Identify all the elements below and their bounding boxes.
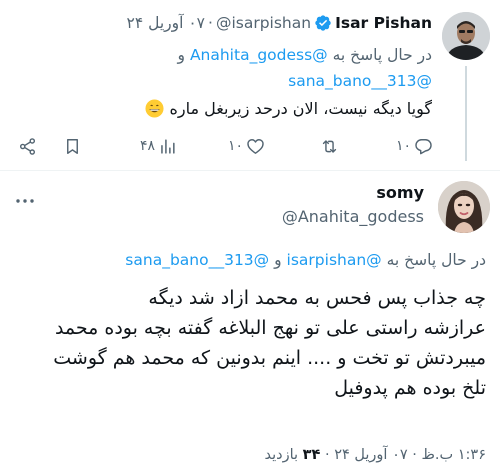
reply-button[interactable]: ۱۰ (394, 136, 433, 156)
reply-joiner: و (274, 251, 282, 269)
author-handle[interactable]: @isarpishan (216, 14, 311, 32)
avatar[interactable] (438, 181, 490, 233)
mention-link[interactable]: @Anahita_godess (190, 46, 328, 64)
views-button[interactable]: ۴۸ (138, 136, 177, 156)
share-button[interactable] (18, 136, 37, 156)
tweet-text-content: گویا دیگه نیست، الان درحد زیربغل ماره (169, 99, 432, 118)
retweet-icon (322, 139, 337, 153)
tweet-header: Isar Pishan @isarpishan · ۰۷ آوریل ۲۴ (127, 14, 432, 32)
bookmark-button[interactable] (63, 136, 82, 156)
tweet-meta: ۱:۳۶ ب.ظ · ۰۷ آوریل ۲۴ · ۳۴ بازدید (16, 447, 487, 463)
views-label: بازدید (264, 447, 299, 463)
mention-link[interactable]: @sana_bano__313 (288, 72, 432, 90)
separator: · (208, 14, 213, 32)
like-button[interactable]: ۱۰ (226, 136, 265, 156)
reply-prefix: در حال پاسخ به (386, 251, 486, 269)
author-handle[interactable]: @Anahita_godess (282, 207, 424, 226)
action-bar: ۴۸ ۱۰ ۱۰ (18, 136, 438, 156)
retweet-button[interactable] (318, 136, 339, 156)
tweet-text: گویا دیگه نیست، الان درحد زیربغل ماره (32, 98, 432, 120)
bookmark-icon (67, 138, 78, 154)
tweet-text-line: تلخ بوده هم پدوفیل (334, 377, 486, 399)
reply-prefix: در حال پاسخ به (332, 46, 432, 64)
tweet-text: چه جذاب پس فحس به محمد ازاد شد دیگه عراز… (12, 283, 486, 403)
grinning-face-emoji (145, 99, 164, 118)
reply-joiner: و (177, 46, 186, 64)
share-icon (19, 137, 36, 155)
thread-line (465, 66, 467, 161)
more-button[interactable] (14, 193, 36, 209)
separator: · (412, 447, 417, 463)
tweet-text-line: عرازشه راستی علی تو نهج البلاغه گفته بچه… (54, 317, 486, 339)
tweet-text-line: چه جذاب پس فحس به محمد ازاد شد دیگه (148, 287, 486, 309)
views-count[interactable]: ۳۴ (303, 447, 321, 463)
mention-link[interactable]: @sana_bano__313 (125, 251, 269, 269)
author-name[interactable]: Isar Pishan (335, 14, 432, 32)
reply-icon (415, 138, 432, 154)
reply-tweet[interactable]: Isar Pishan @isarpishan · ۰۷ آوریل ۲۴ در… (0, 0, 500, 170)
mention-link[interactable]: @isarpishan (287, 251, 382, 269)
views-icon (161, 138, 175, 154)
focused-tweet[interactable]: somy @Anahita_godess در حال پاسخ به @isa… (0, 171, 500, 465)
views-count: ۴۸ (140, 138, 156, 154)
page: Isar Pishan @isarpishan · ۰۷ آوریل ۲۴ در… (0, 0, 500, 465)
replying-to: در حال پاسخ به @isarpishan و @sana_bano_… (16, 249, 486, 271)
author-name[interactable]: somy (376, 183, 424, 202)
like-count: ۱۰ (228, 138, 244, 154)
tweet-text-line: میبردتش تو تخت و .... اینم بدونین که محم… (53, 347, 486, 369)
tweet-date[interactable]: ۰۷ آوریل ۲۴ (127, 14, 206, 32)
replying-to: در حال پاسخ به @Anahita_godess و @sana_b… (32, 42, 433, 94)
verified-badge-icon (315, 15, 331, 31)
more-icon (16, 199, 34, 203)
reply-count: ۱۰ (396, 138, 412, 154)
tweet-time[interactable]: ۱:۳۶ ب.ظ (421, 447, 486, 463)
heart-icon (247, 138, 264, 154)
tweet-date[interactable]: ۰۷ آوریل ۲۴ (334, 447, 407, 463)
avatar[interactable] (442, 12, 490, 60)
separator: · (324, 447, 330, 463)
